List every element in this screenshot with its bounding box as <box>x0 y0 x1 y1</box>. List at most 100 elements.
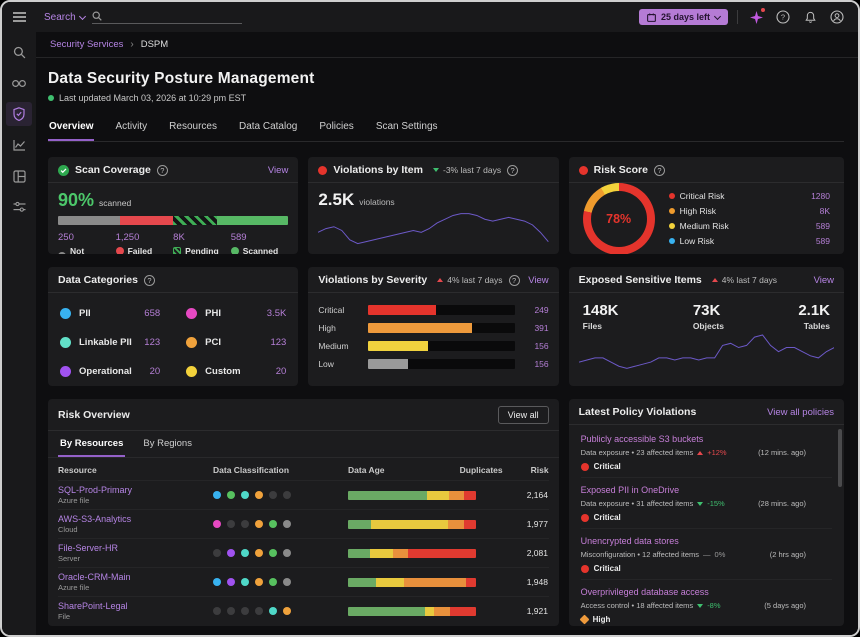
severity-value[interactable]: 249 <box>523 305 549 315</box>
severity-value[interactable]: 156 <box>523 359 549 369</box>
risk-overview-card: Risk Overview View all By Resources By R… <box>48 399 559 626</box>
resource-type: Server <box>58 554 203 563</box>
list-item: Publicly accessible S3 buckets Data expo… <box>581 427 832 478</box>
stat-value[interactable]: 250 <box>58 232 116 243</box>
category-dot <box>186 366 197 377</box>
tab-by-regions[interactable]: By Regions <box>141 431 194 457</box>
user-account-icon[interactable] <box>828 8 846 26</box>
risk-score-donut: 78% <box>583 183 655 255</box>
topbar-actions: 25 days left ? <box>639 8 858 26</box>
resource-link[interactable]: File-Server-HR <box>58 543 203 553</box>
sidebar-investigate-icon[interactable] <box>6 71 32 95</box>
notifications-bell-icon[interactable] <box>801 8 819 26</box>
category-dot <box>60 337 71 348</box>
category-value[interactable]: 123 <box>270 337 286 348</box>
category-value[interactable]: 20 <box>150 366 161 377</box>
data-age-bar <box>348 607 476 616</box>
category-pii: PII658 <box>60 305 160 322</box>
data-categories-card: Data Categories ? PII658 PHI3.5K Linkabl… <box>48 267 298 386</box>
ai-assistant-icon[interactable] <box>747 8 765 26</box>
category-linkable-pii: Linkable PII123 <box>60 334 160 351</box>
violation-link[interactable]: Unencrypted data stores <box>581 536 832 546</box>
search-scope-dropdown[interactable]: Search <box>44 12 85 23</box>
scrollbar-thumb[interactable] <box>838 429 842 487</box>
tab-policies[interactable]: Policies <box>318 117 354 141</box>
delta-text: 4% last 7 days <box>722 275 777 285</box>
trend-delta: 4% last 7 days <box>712 275 777 285</box>
legend-value[interactable]: 589 <box>816 221 830 231</box>
breadcrumb-parent-link[interactable]: Security Services <box>50 39 123 50</box>
tab-overview[interactable]: Overview <box>48 117 94 141</box>
trial-countdown-button[interactable]: 25 days left <box>639 9 728 25</box>
tab-scan-settings[interactable]: Scan Settings <box>375 117 439 141</box>
view-link[interactable]: View <box>528 275 548 286</box>
stat-value[interactable]: 589 <box>231 232 289 243</box>
stat-label: Failed <box>128 246 153 254</box>
duplicates-value: 2,081 <box>486 548 548 558</box>
tab-resources[interactable]: Resources <box>168 117 218 141</box>
legend-value[interactable]: 589 <box>816 236 830 246</box>
category-label: Operational <box>79 366 132 377</box>
menu-icon[interactable] <box>2 2 36 32</box>
data-age-bar <box>348 578 476 587</box>
violation-delta: -15% <box>707 499 725 508</box>
exposed-sparkline <box>579 331 834 371</box>
list-item: Unencrypted data stores Misconfiguration… <box>581 529 832 580</box>
stat-scanned: 589 Scanned <box>231 232 289 254</box>
stat-value[interactable]: 1,250 <box>116 232 174 243</box>
latest-policy-violations-card: Latest Policy Violations View all polici… <box>569 399 844 626</box>
breadcrumb-current: DSPM <box>141 39 168 50</box>
view-link[interactable]: View <box>814 275 834 286</box>
help-icon[interactable]: ? <box>509 275 520 286</box>
page-content: Data Security Posture Management Last up… <box>36 58 858 635</box>
resource-link[interactable]: Oracle-CRM-Main <box>58 572 203 582</box>
violations-by-severity-card: Violations by Severity 4% last 7 days ? … <box>308 267 558 386</box>
severity-label: High <box>318 323 360 333</box>
stat-pending: 8K Pending <box>173 232 231 254</box>
resource-link[interactable]: SharePoint-Legal <box>58 601 203 611</box>
sidebar-settings-sliders-icon[interactable] <box>6 195 32 219</box>
category-value[interactable]: 658 <box>144 308 160 319</box>
sidebar-security-shield-icon[interactable] <box>6 102 32 126</box>
tab-activity[interactable]: Activity <box>114 117 148 141</box>
global-search: Search <box>44 10 242 24</box>
search-input[interactable] <box>107 10 227 21</box>
table-row: File-Server-HRServer 2,081 71 <box>58 538 549 567</box>
help-icon[interactable]: ? <box>654 165 665 176</box>
sidebar-modules-icon[interactable] <box>6 164 32 188</box>
legend-high: High Risk8K <box>669 206 830 216</box>
severity-value[interactable]: 391 <box>523 323 549 333</box>
violation-link[interactable]: Exposed PII in OneDrive <box>581 485 832 495</box>
help-icon[interactable]: ? <box>157 165 168 176</box>
view-link[interactable]: View <box>268 165 288 176</box>
resource-link[interactable]: SQL-Prod-Primary <box>58 485 203 495</box>
view-all-button[interactable]: View all <box>498 406 549 424</box>
bar-track <box>368 341 514 351</box>
stat-value[interactable]: 8K <box>173 232 231 243</box>
resource-type: Azure file <box>58 496 203 505</box>
tab-by-resources[interactable]: By Resources <box>58 431 125 457</box>
stat-tables: 2.1KTables <box>798 302 830 331</box>
view-all-policies-link[interactable]: View all policies <box>767 407 834 418</box>
legend-low: Low Risk589 <box>669 236 830 246</box>
resource-link[interactable]: AWS-S3-Analytics <box>58 514 203 524</box>
stat-label: Files <box>583 321 619 331</box>
help-icon[interactable]: ? <box>774 8 792 26</box>
violation-meta: Data exposure • 23 affected items <box>581 448 694 457</box>
search-field[interactable] <box>92 10 242 24</box>
category-value[interactable]: 123 <box>144 337 160 348</box>
sidebar-dashboards-icon[interactable] <box>6 133 32 157</box>
violation-link[interactable]: Overprivileged database access <box>581 587 832 597</box>
table-header: Resource Data Classification Data Age Du… <box>58 458 549 480</box>
help-icon[interactable]: ? <box>507 165 518 176</box>
violation-link[interactable]: Publicly accessible S3 buckets <box>581 434 832 444</box>
severity-value[interactable]: 156 <box>523 341 549 351</box>
category-value[interactable]: 20 <box>276 366 287 377</box>
category-value[interactable]: 3.5K <box>267 308 287 319</box>
sidebar-search-icon[interactable] <box>6 40 32 64</box>
tab-data-catalog[interactable]: Data Catalog <box>238 117 298 141</box>
help-icon[interactable]: ? <box>144 275 155 286</box>
legend-value[interactable]: 8K <box>820 206 830 216</box>
legend-value[interactable]: 1280 <box>811 191 830 201</box>
severity-row-medium: Medium156 <box>318 341 548 351</box>
